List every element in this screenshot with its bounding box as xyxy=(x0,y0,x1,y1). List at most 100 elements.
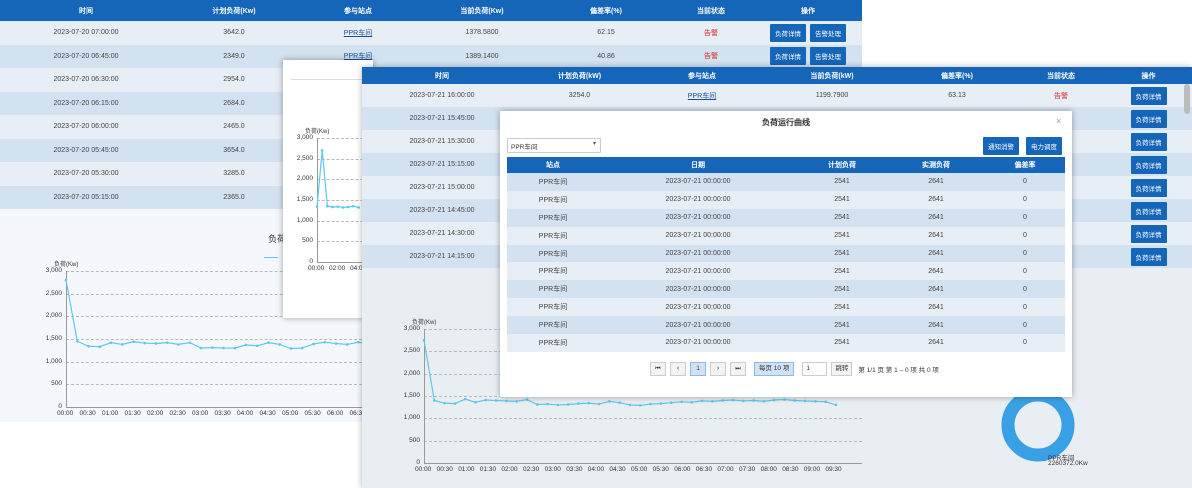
cell-plan: 2541 xyxy=(797,298,887,317)
modal-table-wrap: 站点 日期 计划负荷 实测负荷 偏差率 PPR车间 2023-07-21 00:0… xyxy=(507,157,1065,352)
cell-station: PPR车间 xyxy=(507,244,599,263)
last-page-button[interactable]: ⏭ xyxy=(730,362,746,376)
scrollbar[interactable] xyxy=(1184,84,1190,114)
series-point xyxy=(546,402,549,406)
cell-measured: 2641 xyxy=(887,244,985,263)
col-header-measured: 实测负荷 xyxy=(887,157,985,173)
donut-ring xyxy=(1001,388,1075,462)
cell-station: PPR车间 xyxy=(507,226,599,245)
series-point xyxy=(772,398,776,402)
series-point xyxy=(222,346,225,350)
load-detail-button[interactable]: 负荷详情 xyxy=(770,23,806,42)
cell-plan: 2684.0 xyxy=(172,91,296,115)
col-header-station: 站点 xyxy=(507,157,599,173)
series-point xyxy=(154,342,158,345)
cell-time: 2023-07-21 15:45:00 xyxy=(362,107,522,130)
load-detail-button[interactable]: 负荷详情 xyxy=(1130,247,1167,266)
series-point xyxy=(803,399,807,403)
series-point xyxy=(143,341,147,345)
series-point xyxy=(628,403,632,407)
series-point xyxy=(323,340,327,344)
col-header-plan: 计划负荷(kW) xyxy=(522,67,637,84)
load-detail-button[interactable]: 负荷详情 xyxy=(1130,109,1167,128)
cell-time: 2023-07-20 06:15:00 xyxy=(0,91,172,115)
col-header-station: 参与站点 xyxy=(296,0,420,21)
cell-plan: 2541 xyxy=(797,208,887,227)
notify-clear-button[interactable]: 通知消警 xyxy=(983,137,1019,155)
series-point xyxy=(352,204,355,208)
series-point xyxy=(587,401,591,405)
modal-title: 负荷运行曲线 xyxy=(762,118,810,127)
cell-measured: 2641 xyxy=(887,173,985,191)
table-row: PPR车间 2023-07-21 00:00:00 2541 2641 0 xyxy=(507,244,1065,263)
station-select[interactable]: PPR车间 ▾ xyxy=(507,138,601,153)
load-detail-button[interactable]: 负荷详情 xyxy=(1130,201,1167,220)
table-row: PPR车间 2023-07-21 00:00:00 2541 2641 0 xyxy=(507,208,1065,227)
cell-deviation: 0 xyxy=(985,244,1065,263)
series-point xyxy=(680,400,683,404)
cell-station: PPR车间 xyxy=(507,334,599,352)
col-header-deviation: 偏差率(%) xyxy=(897,67,1017,84)
series-point xyxy=(300,346,304,350)
panel-chart-2: 负荷(Kw) 3,000 2,500 2,000 1,500 1,000 500 0 00:00… xyxy=(283,60,373,318)
alarm-handle-button[interactable]: 告警处理 xyxy=(810,47,846,66)
series-point xyxy=(326,204,329,208)
modal-table: 站点 日期 计划负荷 实测负荷 偏差率 PPR车间 2023-07-21 00:0… xyxy=(507,157,1065,352)
cell-current: 1199.7900 xyxy=(767,84,897,107)
col-header-current: 当前负荷(Kw) xyxy=(420,0,544,21)
cell-plan: 2541 xyxy=(797,244,887,263)
cell-date: 2023-07-21 00:00:00 xyxy=(599,334,797,352)
cell-plan: 2541 xyxy=(797,280,887,299)
cell-measured: 2641 xyxy=(887,280,985,299)
power-dispatch-button[interactable]: 电力调度 xyxy=(1026,137,1062,155)
prev-page-button[interactable]: ‹ xyxy=(670,362,686,376)
cell-station[interactable]: PPR车间 xyxy=(296,21,420,45)
series-point xyxy=(289,347,293,350)
cell-plan: 3654.0 xyxy=(172,138,296,162)
cell-date: 2023-07-21 00:00:00 xyxy=(599,298,797,317)
table-row: PPR车间 2023-07-21 00:00:00 2541 2641 0 xyxy=(507,190,1065,209)
cell-date: 2023-07-21 00:00:00 xyxy=(599,190,797,209)
station-select-value: PPR车间 xyxy=(511,144,538,151)
goto-page-button[interactable]: 跳转 xyxy=(831,362,853,376)
load-detail-button[interactable]: 负荷详情 xyxy=(770,47,806,66)
page-info: 第 1/1 页 第 1 – 0 项 共 0 项 xyxy=(858,367,939,374)
series-point xyxy=(334,342,338,345)
cell-deviation: 0 xyxy=(985,208,1065,227)
next-page-button[interactable]: › xyxy=(710,362,726,376)
cell-station: PPR车间 xyxy=(507,262,599,281)
cell-station: PPR车间 xyxy=(507,316,599,335)
series-point xyxy=(566,403,570,406)
series-point xyxy=(422,338,426,342)
load-detail-button[interactable]: 负荷详情 xyxy=(1130,86,1167,105)
series-point xyxy=(536,403,539,406)
cell-plan: 2541 xyxy=(797,226,887,245)
first-page-button[interactable]: ⏮ xyxy=(650,362,666,376)
load-detail-button[interactable]: 负荷详情 xyxy=(1130,155,1167,174)
close-icon[interactable]: × xyxy=(1056,116,1061,126)
series-point xyxy=(618,401,621,404)
goto-page-input[interactable]: 1 xyxy=(802,362,828,376)
series-point xyxy=(783,398,786,401)
alarm-handle-button[interactable]: 告警处理 xyxy=(810,23,846,42)
cell-time: 2023-07-20 05:30:00 xyxy=(0,162,172,186)
series-point xyxy=(357,340,360,344)
load-detail-button[interactable]: 负荷详情 xyxy=(1130,178,1167,197)
load-detail-button[interactable]: 负荷详情 xyxy=(1130,132,1167,151)
panel2-divider xyxy=(291,79,373,80)
cell-time: 2023-07-21 14:30:00 xyxy=(362,222,522,245)
load-detail-button[interactable]: 负荷详情 xyxy=(1130,224,1167,243)
table-row: PPR车间 2023-07-21 00:00:00 2541 2641 0 xyxy=(507,316,1065,335)
cell-plan: 3285.0 xyxy=(172,162,296,186)
cell-plan: 2541 xyxy=(797,173,887,191)
cell-station[interactable]: PPR车间 xyxy=(637,84,767,107)
series-point xyxy=(98,345,102,349)
series-line xyxy=(316,150,359,209)
col-header-action: 操作 xyxy=(1105,67,1192,84)
series-point xyxy=(109,341,113,344)
per-page-select[interactable]: 每页 10 项 xyxy=(754,362,795,376)
cell-plan: 2365.0 xyxy=(172,185,296,209)
series-point xyxy=(357,206,360,209)
cell-deviation: 0 xyxy=(985,280,1065,299)
current-page-button[interactable]: 1 xyxy=(690,362,706,376)
